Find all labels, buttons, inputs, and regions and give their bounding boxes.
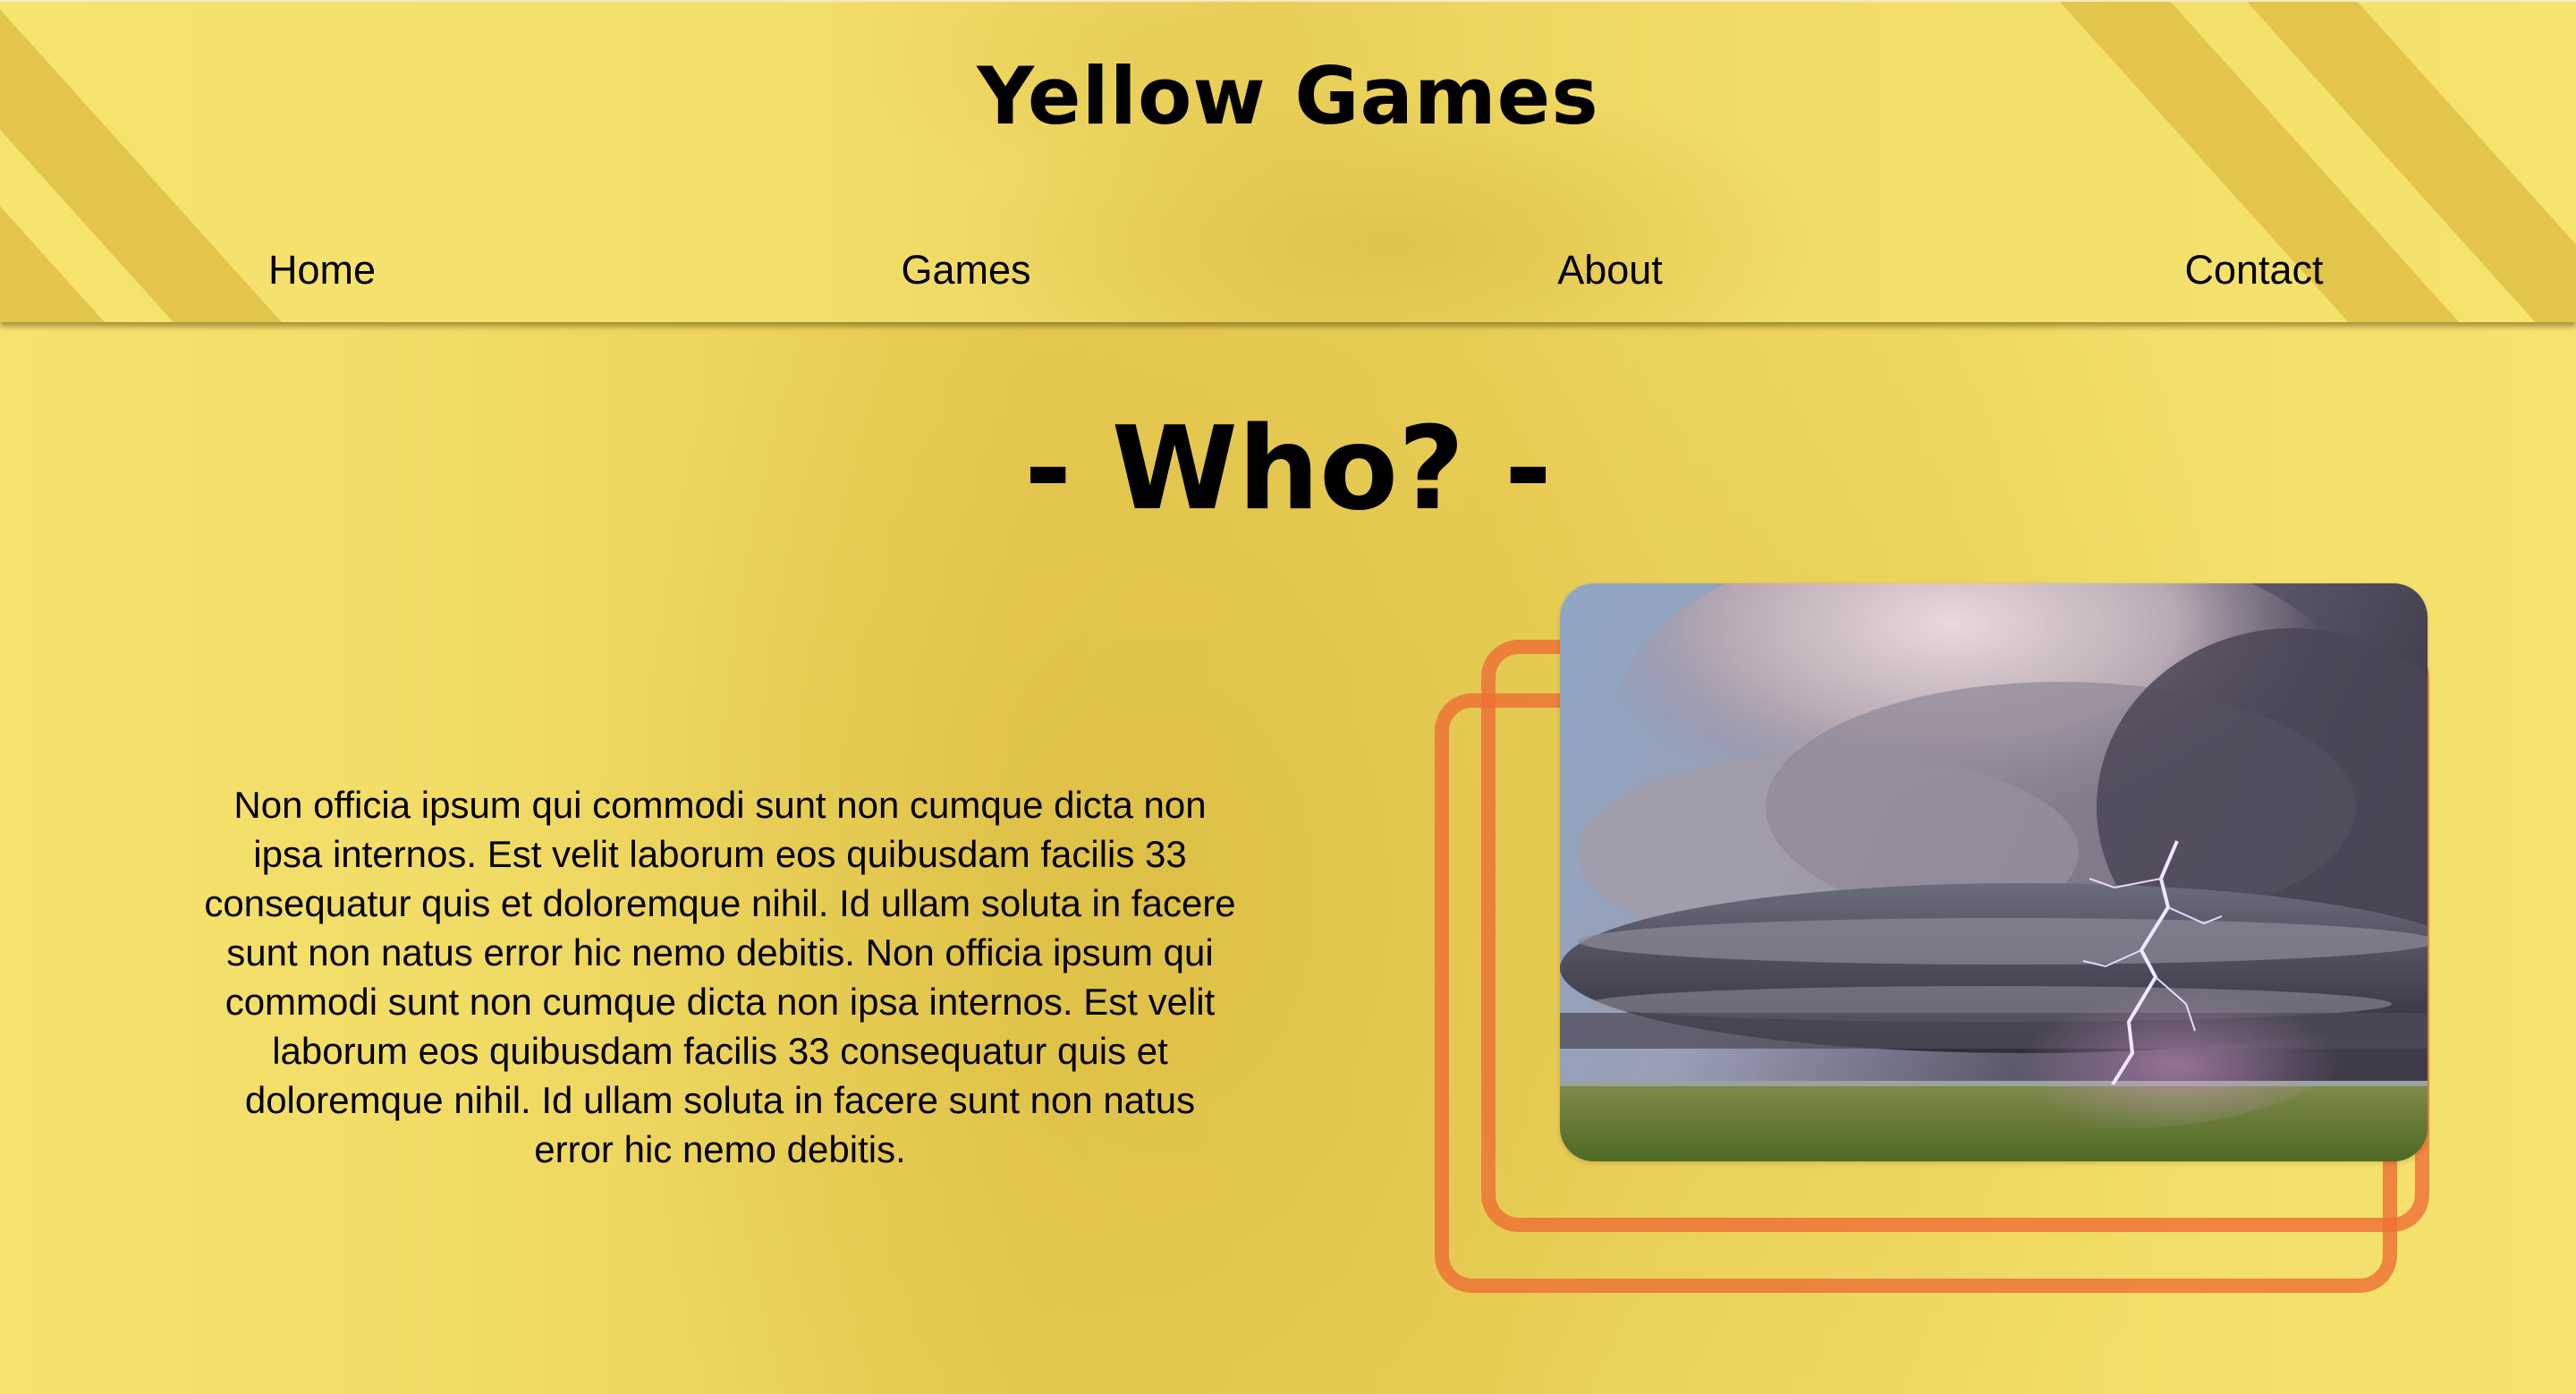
- site-title: Yellow Games: [977, 50, 1599, 142]
- main-nav: Home Games About Contact: [0, 243, 2576, 297]
- nav-link-contact[interactable]: Contact: [2075, 243, 2433, 297]
- nav-link-games[interactable]: Games: [787, 243, 1145, 297]
- nav-link-about[interactable]: About: [1431, 243, 1789, 297]
- site-header: Yellow Games Home Games About Contact: [0, 0, 2576, 322]
- nav-link-home[interactable]: Home: [143, 243, 501, 297]
- storm-photo: [1560, 583, 2428, 1161]
- about-paragraph: Non officia ipsum qui commodi sunt non c…: [204, 784, 1236, 1170]
- storm-supercell-lightning-image: [1560, 583, 2428, 1161]
- section-heading: - Who? -: [1024, 403, 1552, 536]
